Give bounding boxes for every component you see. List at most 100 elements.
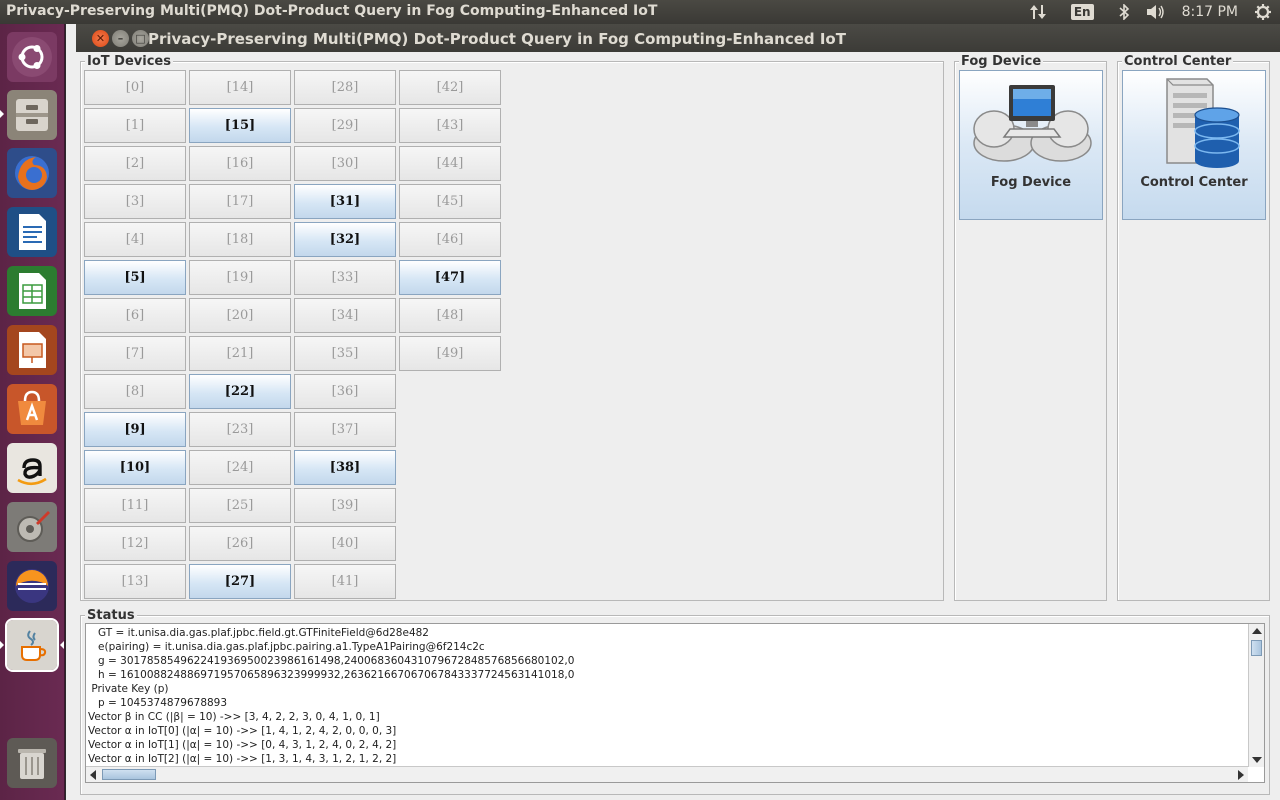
iot-device-button[interactable]: [9] xyxy=(84,412,186,447)
system-settings-icon[interactable] xyxy=(7,502,57,552)
iot-device-button[interactable]: [16] xyxy=(189,146,291,181)
iot-device-button[interactable]: [49] xyxy=(399,336,501,371)
network-arrows-icon[interactable] xyxy=(1029,4,1047,20)
iot-device-button[interactable]: [36] xyxy=(294,374,396,409)
running-indicator xyxy=(0,110,4,118)
iot-device-button[interactable]: [42] xyxy=(399,70,501,105)
control-center-legend: Control Center xyxy=(1122,54,1234,69)
iot-device-button[interactable]: [26] xyxy=(189,526,291,561)
impress-icon[interactable] xyxy=(7,325,57,375)
files-icon[interactable] xyxy=(7,90,57,140)
iot-device-button[interactable]: [18] xyxy=(189,222,291,257)
iot-device-button[interactable]: [40] xyxy=(294,526,396,561)
window-content: IoT Devices [0] [1] [2] [3] [4] [5] [6] [7] [8][… xyxy=(76,52,1280,800)
scroll-right-arrow[interactable] xyxy=(1238,770,1244,780)
iot-device-button[interactable]: [22] xyxy=(189,374,291,409)
iot-device-button[interactable]: [4] xyxy=(84,222,186,257)
vertical-scroll-thumb[interactable] xyxy=(1251,640,1262,656)
iot-device-button[interactable]: [0] xyxy=(84,70,186,105)
iot-device-button[interactable]: [45] xyxy=(399,184,501,219)
ubuntu-dash-icon[interactable] xyxy=(7,32,57,82)
iot-device-button[interactable]: [38] xyxy=(294,450,396,485)
iot-device-button[interactable]: [35] xyxy=(294,336,396,371)
status-log-line: Vector α in IoT[0] (|α| = 10) ->> [1, 4,… xyxy=(88,725,397,737)
control-center-button[interactable]: Control Center xyxy=(1122,70,1266,220)
iot-device-button[interactable]: [32] xyxy=(294,222,396,257)
status-log-line: e(pairing) = it.unisa.dia.gas.plaf.jpbc.… xyxy=(88,641,485,653)
minimize-button[interactable]: – xyxy=(112,30,129,47)
status-log-line: Private Key (p) xyxy=(88,683,169,695)
iot-device-button[interactable]: [12] xyxy=(84,526,186,561)
iot-device-button[interactable]: [31] xyxy=(294,184,396,219)
iot-device-button[interactable]: [41] xyxy=(294,564,396,599)
iot-device-button[interactable]: [15] xyxy=(189,108,291,143)
vertical-scrollbar[interactable] xyxy=(1248,624,1264,767)
status-log-line: g = 301785854962241936950023986161498,24… xyxy=(88,655,575,667)
iot-device-button[interactable]: [10] xyxy=(84,450,186,485)
iot-device-button[interactable]: [14] xyxy=(189,70,291,105)
iot-device-button[interactable]: [17] xyxy=(189,184,291,219)
iot-device-button[interactable]: [27] xyxy=(189,564,291,599)
iot-device-button[interactable]: [30] xyxy=(294,146,396,181)
iot-device-button[interactable]: [3] xyxy=(84,184,186,219)
iot-device-button[interactable]: [46] xyxy=(399,222,501,257)
iot-device-button[interactable]: [19] xyxy=(189,260,291,295)
iot-device-button[interactable]: [48] xyxy=(399,298,501,333)
firefox-icon[interactable] xyxy=(7,148,57,198)
status-log-text[interactable]: GT = it.unisa.dia.gas.plaf.jpbc.field.gt… xyxy=(88,626,1246,766)
iot-device-button[interactable]: [13] xyxy=(84,564,186,599)
fog-device-button[interactable]: Fog Device xyxy=(959,70,1103,220)
maximize-button[interactable]: □ xyxy=(132,30,149,47)
status-panel: Status GT = it.unisa.dia.gas.plaf.jpbc.f… xyxy=(80,608,1270,795)
bluetooth-icon[interactable] xyxy=(1118,4,1130,20)
writer-icon[interactable] xyxy=(7,207,57,257)
server-database-icon xyxy=(1166,78,1240,168)
iot-device-button[interactable]: [2] xyxy=(84,146,186,181)
status-log-line: p = 1045374879678893 xyxy=(88,697,228,709)
window-titlebar[interactable]: ✕ – □ Privacy-Preserving Multi(PMQ) Dot-… xyxy=(76,24,1280,52)
iot-device-button[interactable]: [6] xyxy=(84,298,186,333)
iot-device-button[interactable]: [5] xyxy=(84,260,186,295)
java-icon[interactable] xyxy=(5,618,59,672)
keyboard-layout-indicator[interactable]: En xyxy=(1063,4,1102,20)
iot-device-button[interactable]: [28] xyxy=(294,70,396,105)
iot-device-button[interactable]: [23] xyxy=(189,412,291,447)
status-log-line: Vector β in CC (|β| = 10) ->> [3, 4, 2, … xyxy=(88,711,380,723)
iot-device-button[interactable]: [33] xyxy=(294,260,396,295)
control-center-panel: Control Center Control Center xyxy=(1117,54,1270,601)
calc-icon[interactable] xyxy=(7,266,57,316)
volume-icon[interactable] xyxy=(1146,4,1166,20)
iot-device-button[interactable]: [44] xyxy=(399,146,501,181)
horizontal-scroll-thumb[interactable] xyxy=(102,769,156,780)
amazon-icon[interactable] xyxy=(7,443,57,493)
iot-device-button[interactable]: [37] xyxy=(294,412,396,447)
settings-gear-icon[interactable] xyxy=(1254,3,1272,21)
scroll-down-arrow[interactable] xyxy=(1252,757,1262,763)
iot-device-button[interactable]: [43] xyxy=(399,108,501,143)
horizontal-scrollbar[interactable] xyxy=(86,766,1248,782)
iot-device-button[interactable]: [7] xyxy=(84,336,186,371)
iot-device-button[interactable]: [47] xyxy=(399,260,501,295)
trash-icon[interactable] xyxy=(7,738,57,788)
scroll-up-arrow[interactable] xyxy=(1252,628,1262,634)
iot-device-button[interactable]: [24] xyxy=(189,450,291,485)
running-indicator xyxy=(0,641,4,649)
system-tray: En 8:17 PM xyxy=(1021,0,1280,24)
iot-device-button[interactable]: [8] xyxy=(84,374,186,409)
fog-device-legend: Fog Device xyxy=(959,54,1044,69)
iot-device-button[interactable]: [34] xyxy=(294,298,396,333)
clock[interactable]: 8:17 PM xyxy=(1182,4,1238,20)
scroll-left-arrow[interactable] xyxy=(90,770,96,780)
iot-device-button[interactable]: [1] xyxy=(84,108,186,143)
iot-device-button[interactable]: [11] xyxy=(84,488,186,523)
iot-device-button[interactable]: [21] xyxy=(189,336,291,371)
iot-device-button[interactable]: [39] xyxy=(294,488,396,523)
iot-device-button[interactable]: [29] xyxy=(294,108,396,143)
iot-device-button[interactable]: [20] xyxy=(189,298,291,333)
status-legend: Status xyxy=(85,608,137,623)
close-button[interactable]: ✕ xyxy=(92,30,109,47)
eclipse-icon[interactable] xyxy=(7,561,57,611)
status-log-area[interactable]: GT = it.unisa.dia.gas.plaf.jpbc.field.gt… xyxy=(85,623,1265,783)
software-center-icon[interactable] xyxy=(7,384,57,434)
iot-device-button[interactable]: [25] xyxy=(189,488,291,523)
